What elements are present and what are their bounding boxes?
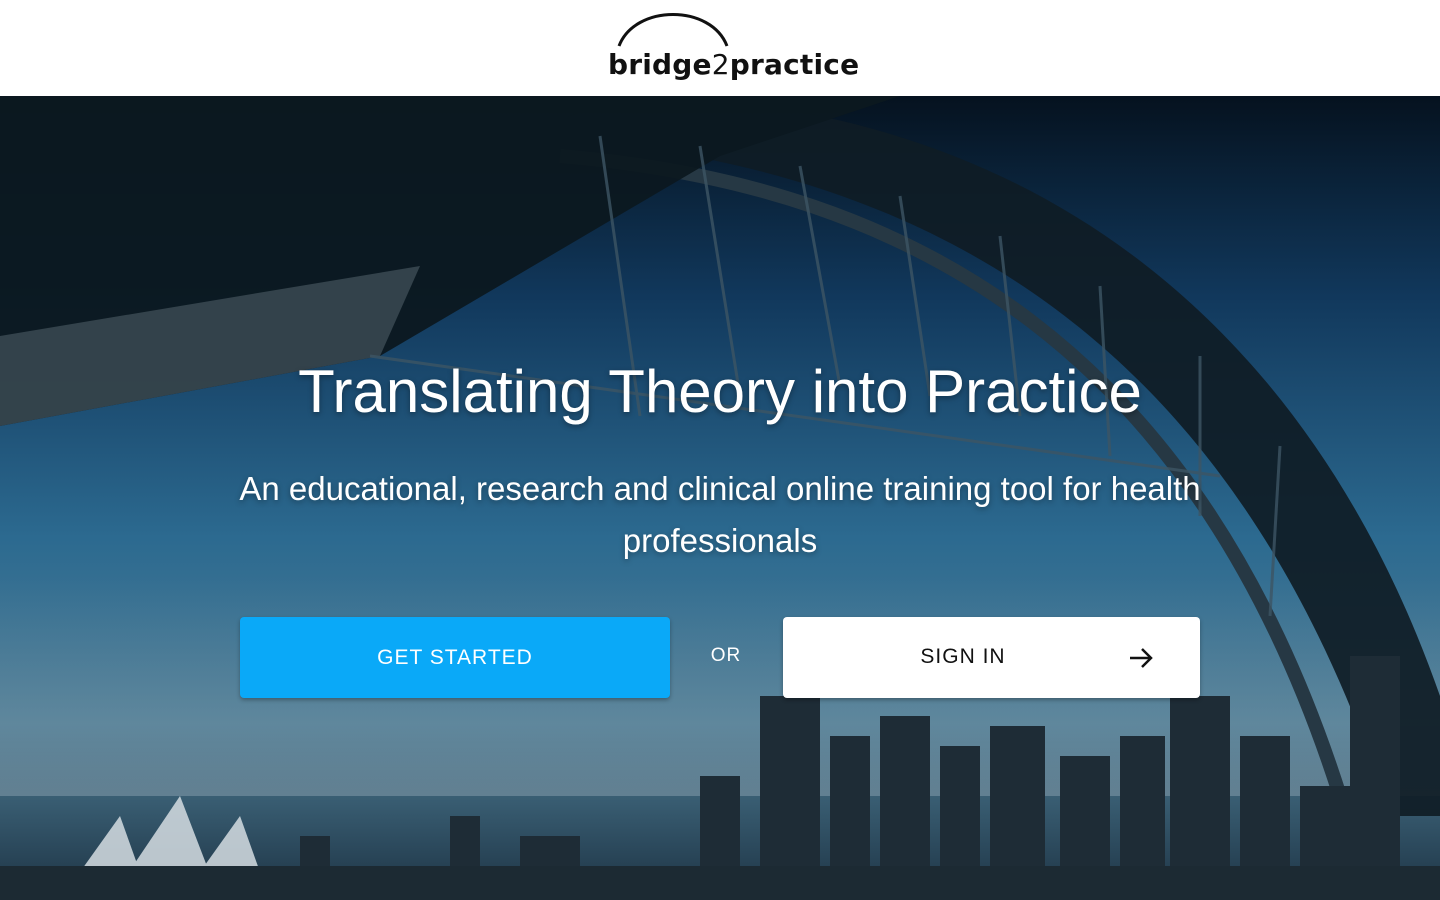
sign-in-label: SIGN IN [920,645,1006,668]
bridge2practice-logo[interactable]: bridge2practice [605,8,859,88]
or-separator: OR [710,645,742,666]
logo-text-practice: practice [729,48,860,81]
site-header: bridge2practice [0,0,1440,96]
hero-headline: Translating Theory into Practice [298,358,1142,425]
hero-subheadline: An educational, research and clinical on… [239,470,1201,559]
hero-section: Translating Theory into Practice An educ… [0,96,1440,900]
hero-content: Translating Theory into Practice An educ… [0,96,1440,900]
logo-text-two: 2 [711,48,730,81]
logo-wordmark: bridge2practice [608,48,859,81]
arrow-right-icon [1130,648,1153,668]
sign-in-button[interactable]: SIGN IN [783,617,1200,698]
logo-text-bridge: bridge [608,48,712,81]
get-started-button[interactable]: GET STARTED [240,617,670,698]
